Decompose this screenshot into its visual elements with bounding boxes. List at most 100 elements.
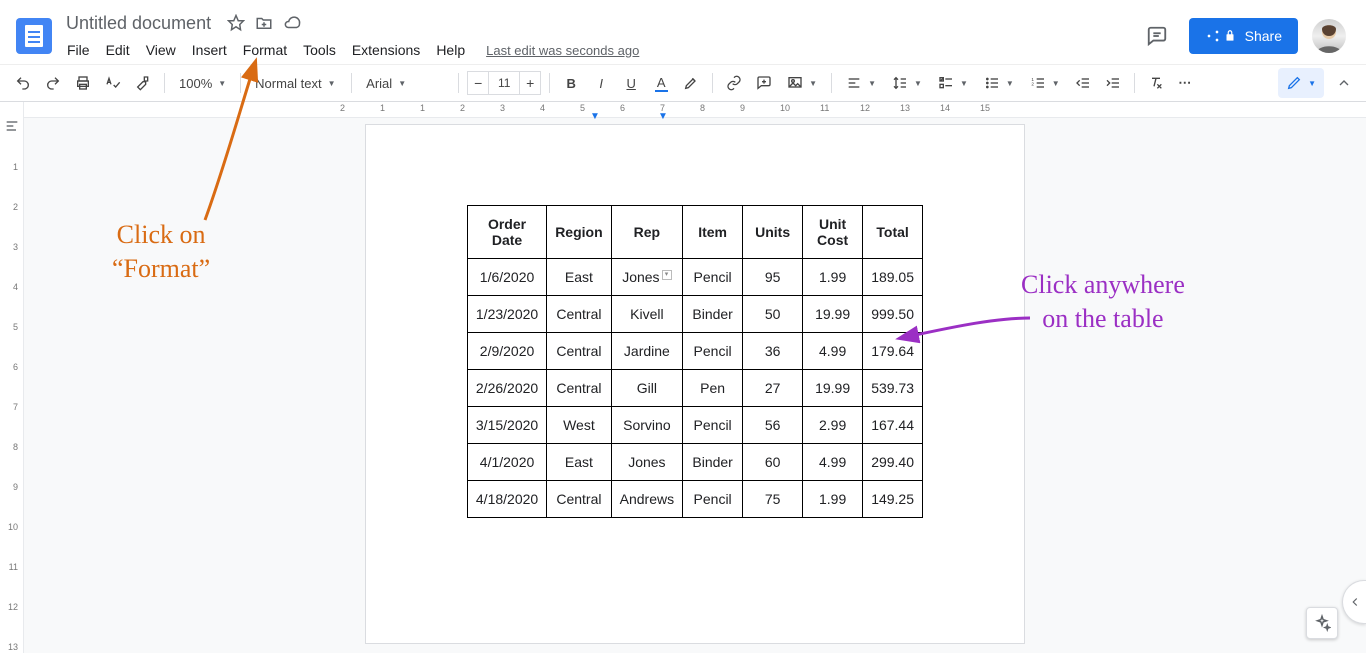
table-cell[interactable]: Central (547, 296, 611, 333)
table-cell[interactable]: 2.99 (803, 407, 863, 444)
table-cell[interactable]: Kivell (611, 296, 682, 333)
paint-format-button[interactable] (130, 70, 156, 96)
table-cell[interactable]: 999.50 (863, 296, 923, 333)
table-cell[interactable]: Central (547, 481, 611, 518)
table-header-cell[interactable]: Item (683, 206, 743, 259)
menu-view[interactable]: View (139, 38, 183, 62)
document-outline-button[interactable] (4, 118, 20, 134)
cloud-status-icon[interactable] (283, 14, 301, 32)
table-cell[interactable]: 95 (743, 259, 803, 296)
table-cell[interactable]: East (547, 259, 611, 296)
outdent-button[interactable] (1070, 70, 1096, 96)
table-cell[interactable]: 1/23/2020 (467, 296, 546, 333)
table-cell[interactable]: 539.73 (863, 370, 923, 407)
table-row[interactable]: 2/9/2020CentralJardinePencil364.99179.64 (467, 333, 922, 370)
table-header-cell[interactable]: Region (547, 206, 611, 259)
table-cell[interactable]: 2/26/2020 (467, 370, 546, 407)
table-cell[interactable]: Pen (683, 370, 743, 407)
table-cell[interactable]: 167.44 (863, 407, 923, 444)
table-cell[interactable]: Sorvino (611, 407, 682, 444)
table-cell[interactable]: Pencil (683, 407, 743, 444)
table-cell[interactable]: 19.99 (803, 370, 863, 407)
insert-comment-button[interactable] (751, 70, 777, 96)
table-cell[interactable]: 1.99 (803, 259, 863, 296)
docs-home-button[interactable] (8, 8, 60, 64)
paragraph-style-select[interactable]: Normal text▼ (249, 70, 343, 96)
font-size-value[interactable]: 11 (489, 71, 519, 95)
explore-button[interactable] (1306, 607, 1338, 639)
table-row[interactable]: 2/26/2020CentralGillPen2719.99539.73 (467, 370, 922, 407)
table-cell[interactable]: 60 (743, 444, 803, 481)
menu-edit[interactable]: Edit (99, 38, 137, 62)
table-cell[interactable]: 3/15/2020 (467, 407, 546, 444)
move-icon[interactable] (255, 14, 273, 32)
menu-file[interactable]: File (60, 38, 97, 62)
document-canvas[interactable]: ▼ ▼ 21123456789101112131415 OrderDateReg… (24, 102, 1366, 653)
table-cell[interactable]: Central (547, 370, 611, 407)
editing-mode-button[interactable]: ▼ (1278, 68, 1324, 98)
table-cell[interactable]: Jones▾ (611, 259, 682, 296)
table-cell[interactable]: Pencil (683, 333, 743, 370)
account-avatar[interactable] (1312, 19, 1346, 53)
table-row[interactable]: 3/15/2020WestSorvinoPencil562.99167.44 (467, 407, 922, 444)
highlight-button[interactable] (678, 70, 704, 96)
menu-tools[interactable]: Tools (296, 38, 343, 62)
align-button[interactable]: ▼ (840, 70, 882, 96)
table-header-cell[interactable]: Units (743, 206, 803, 259)
table-cell[interactable]: 189.05 (863, 259, 923, 296)
insert-link-button[interactable] (721, 70, 747, 96)
document-title[interactable]: Untitled document (60, 11, 217, 36)
table-cell[interactable]: Central (547, 333, 611, 370)
table-cell[interactable]: 36 (743, 333, 803, 370)
table-cell[interactable]: 4.99 (803, 333, 863, 370)
hide-menus-button[interactable] (1332, 71, 1356, 95)
table-cell[interactable]: 4/18/2020 (467, 481, 546, 518)
bold-button[interactable]: B (558, 70, 584, 96)
table-cell[interactable]: 1/6/2020 (467, 259, 546, 296)
menu-format[interactable]: Format (236, 38, 294, 62)
table-cell[interactable]: 2/9/2020 (467, 333, 546, 370)
font-size-decrease[interactable]: − (467, 71, 489, 95)
table-cell[interactable]: Jardine (611, 333, 682, 370)
menu-insert[interactable]: Insert (185, 38, 234, 62)
table-header-cell[interactable]: Total (863, 206, 923, 259)
table-cell[interactable]: 19.99 (803, 296, 863, 333)
table-row[interactable]: 1/6/2020EastJones▾Pencil951.99189.05 (467, 259, 922, 296)
line-spacing-button[interactable]: ▼ (886, 70, 928, 96)
more-tools-button[interactable]: ⋯ (1173, 70, 1199, 96)
menu-extensions[interactable]: Extensions (345, 38, 427, 62)
italic-button[interactable]: I (588, 70, 614, 96)
table-cell[interactable]: Andrews (611, 481, 682, 518)
font-size-increase[interactable]: + (519, 71, 541, 95)
horizontal-ruler[interactable]: ▼ ▼ 21123456789101112131415 (24, 102, 1366, 118)
table-cell[interactable]: 56 (743, 407, 803, 444)
table-cell[interactable]: 75 (743, 481, 803, 518)
table-header-cell[interactable]: OrderDate (467, 206, 546, 259)
share-button[interactable]: Share (1189, 18, 1298, 54)
redo-button[interactable] (40, 70, 66, 96)
table-cell[interactable]: Gill (611, 370, 682, 407)
table-cell[interactable]: Jones (611, 444, 682, 481)
bulleted-list-button[interactable]: ▼ (978, 70, 1020, 96)
indent-start-marker[interactable]: ▼ (590, 111, 600, 122)
table-cell[interactable]: West (547, 407, 611, 444)
zoom-select[interactable]: 100%▼ (173, 70, 232, 96)
page[interactable]: OrderDateRegionRepItemUnitsUnitCostTotal… (365, 124, 1025, 644)
font-select[interactable]: Arial▼ (360, 70, 450, 96)
table-header-cell[interactable]: UnitCost (803, 206, 863, 259)
table-cell[interactable]: 149.25 (863, 481, 923, 518)
table-cell[interactable]: 50 (743, 296, 803, 333)
comments-history-button[interactable] (1139, 18, 1175, 54)
table-row[interactable]: 4/1/2020EastJonesBinder604.99299.40 (467, 444, 922, 481)
table-row[interactable]: 1/23/2020CentralKivellBinder5019.99999.5… (467, 296, 922, 333)
spellcheck-button[interactable] (100, 70, 126, 96)
table-cell[interactable]: 4.99 (803, 444, 863, 481)
table-cell[interactable]: Pencil (683, 259, 743, 296)
table-header-cell[interactable]: Rep (611, 206, 682, 259)
menu-help[interactable]: Help (429, 38, 472, 62)
table-row[interactable]: 4/18/2020CentralAndrewsPencil751.99149.2… (467, 481, 922, 518)
table-cell[interactable]: East (547, 444, 611, 481)
table-cell[interactable]: 299.40 (863, 444, 923, 481)
print-button[interactable] (70, 70, 96, 96)
insert-image-button[interactable]: ▼ (781, 70, 823, 96)
